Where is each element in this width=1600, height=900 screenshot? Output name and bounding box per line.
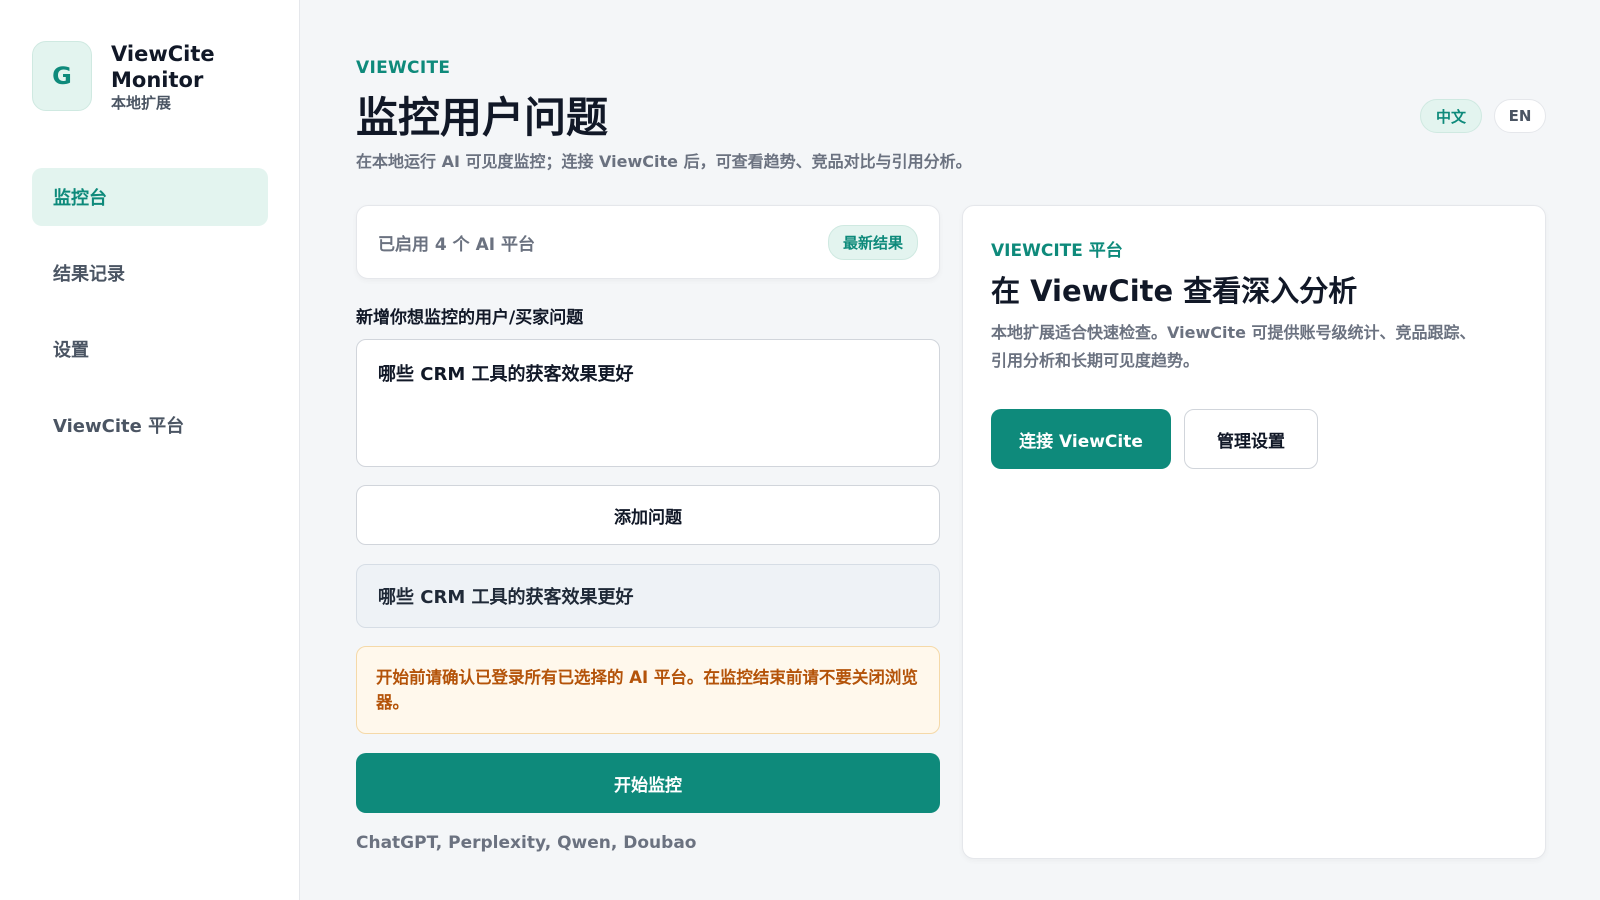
page-title: 监控用户问题: [356, 93, 609, 142]
manage-settings-button[interactable]: 管理设置: [1184, 409, 1318, 469]
page-subtitle: 在本地运行 AI 可见度监控；连接 ViewCite 后，可查看趋势、竞品对比与…: [356, 152, 972, 171]
language-en-button[interactable]: EN: [1494, 99, 1546, 133]
add-question-button[interactable]: 添加问题: [356, 485, 940, 545]
sidebar: G ViewCite Monitor 本地扩展 监控台 结果记录 设置 View…: [0, 0, 300, 900]
enabled-platforms-list: ChatGPT, Perplexity, Qwen, Doubao: [356, 833, 697, 853]
brand-text: ViewCite Monitor 本地扩展: [111, 41, 231, 113]
sidebar-nav: 监控台 结果记录 设置 ViewCite 平台: [32, 168, 268, 472]
brand-logo-icon: G: [32, 41, 92, 111]
question-input[interactable]: [356, 339, 940, 467]
language-zh-button[interactable]: 中文: [1420, 99, 1482, 133]
viewcite-promo-card: VIEWCITE 平台 在 ViewCite 查看深入分析 本地扩展适合快速检查…: [962, 205, 1546, 859]
question-list-item[interactable]: 哪些 CRM 工具的获客效果更好: [356, 564, 940, 628]
promo-title: 在 ViewCite 查看深入分析: [991, 274, 1358, 308]
question-input-label: 新增你想监控的用户/买家问题: [356, 308, 584, 328]
sidebar-item-results[interactable]: 结果记录: [32, 244, 268, 302]
sidebar-item-viewcite-platform[interactable]: ViewCite 平台: [32, 396, 268, 454]
sidebar-item-dashboard[interactable]: 监控台: [32, 168, 268, 226]
promo-eyebrow: VIEWCITE 平台: [991, 241, 1123, 261]
platform-status-card: 已启用 4 个 AI 平台 最新结果: [356, 205, 940, 279]
promo-description: 本地扩展适合快速检查。ViewCite 可提供账号级统计、竞品跟踪、引用分析和长…: [991, 323, 1476, 370]
connect-viewcite-button[interactable]: 连接 ViewCite: [991, 409, 1171, 469]
brand-subtitle: 本地扩展: [111, 94, 172, 112]
page-eyebrow: VIEWCITE: [356, 58, 451, 78]
brand-name: ViewCite Monitor: [111, 42, 215, 92]
sidebar-item-settings[interactable]: 设置: [32, 320, 268, 378]
brand: G ViewCite Monitor 本地扩展: [32, 41, 231, 113]
login-warning: 开始前请确认已登录所有已选择的 AI 平台。在监控结束前请不要关闭浏览器。: [356, 646, 940, 734]
latest-results-badge[interactable]: 最新结果: [827, 224, 918, 260]
start-monitoring-button[interactable]: 开始监控: [356, 753, 940, 813]
platform-status-text: 已启用 4 个 AI 平台: [378, 234, 535, 255]
